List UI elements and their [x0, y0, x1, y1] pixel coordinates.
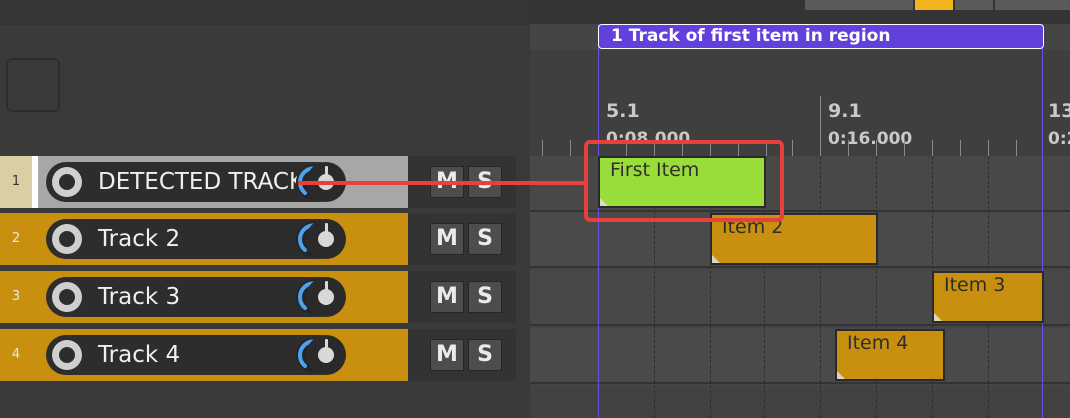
ruler-minor-tick	[876, 140, 877, 156]
ruler-bar-label: 5.1	[606, 100, 640, 122]
ruler-major-tick	[820, 96, 821, 156]
toolbar-strip-left	[0, 0, 530, 25]
mute-button[interactable]: M	[430, 281, 464, 313]
solo-button[interactable]: S	[468, 223, 502, 255]
toolbar-block[interactable]	[955, 0, 993, 10]
mute-solo-cell: M S	[408, 329, 516, 381]
item-fade-handle[interactable]	[837, 371, 845, 379]
track-number: 2	[0, 213, 32, 265]
toolbar-block[interactable]	[805, 0, 913, 10]
empty-lane[interactable]	[530, 386, 1070, 418]
track-lane[interactable]	[530, 328, 1070, 384]
item-fade-handle[interactable]	[712, 255, 720, 263]
power-icon[interactable]	[52, 282, 82, 312]
track-name-field[interactable]: Track 3	[46, 277, 340, 317]
toolbar-strip-right	[530, 0, 1070, 24]
mute-button[interactable]: M	[430, 339, 464, 371]
toolbar-block[interactable]	[995, 0, 1070, 10]
ruler-minor-tick	[988, 140, 989, 156]
track-name-field[interactable]: Track 4	[46, 335, 340, 375]
ruler-time-label: 0:2	[1048, 129, 1070, 149]
ruler-minor-tick	[570, 140, 571, 156]
ruler-minor-tick	[904, 140, 905, 156]
solo-button[interactable]: S	[468, 339, 502, 371]
item-label: Item 4	[847, 332, 909, 354]
track-number: 3	[0, 271, 32, 323]
mute-solo-cell: M S	[408, 271, 516, 323]
track-number: 1	[0, 156, 32, 208]
track-number: 4	[0, 329, 32, 381]
track-header[interactable]: 3 Track 3	[0, 271, 408, 323]
track-header[interactable]: 4 Track 4	[0, 329, 408, 381]
ruler-bar-label: 9.1	[828, 100, 862, 122]
pan-knob[interactable]	[306, 277, 346, 317]
region-end-line[interactable]	[1042, 24, 1043, 418]
ruler-minor-tick	[792, 140, 793, 156]
track-name: Track 3	[98, 284, 181, 310]
media-item[interactable]: Item 3	[932, 271, 1044, 323]
annotation-connector	[298, 181, 588, 185]
ruler-minor-tick	[960, 140, 961, 156]
solo-button[interactable]: S	[468, 281, 502, 313]
ruler-time-label: 0:16.000	[828, 129, 913, 149]
ruler-minor-tick	[848, 140, 849, 156]
pan-knob[interactable]	[306, 219, 346, 259]
power-icon[interactable]	[52, 167, 82, 197]
mute-button[interactable]: M	[430, 223, 464, 255]
item-label: Item 3	[944, 274, 1006, 296]
track-name: Track 4	[98, 342, 181, 368]
ruler-minor-tick	[1016, 140, 1017, 156]
track-name-field[interactable]: DETECTED TRACK	[46, 162, 340, 202]
power-icon[interactable]	[52, 224, 82, 254]
track-list-empty-area[interactable]	[0, 387, 516, 418]
power-icon[interactable]	[52, 340, 82, 370]
ruler-minor-tick	[542, 140, 543, 156]
region-label[interactable]: 1 Track of first item in region	[598, 24, 1044, 49]
annotation-highlight-box	[584, 140, 784, 222]
track-name: Track 2	[98, 226, 181, 252]
track-name-field[interactable]: Track 2	[46, 219, 340, 259]
track-header[interactable]: 2 Track 2	[0, 213, 408, 265]
track-name: DETECTED TRACK	[98, 169, 305, 195]
ruler-bar-label: 13	[1048, 100, 1070, 122]
pan-knob[interactable]	[306, 335, 346, 375]
track-selection-marker	[32, 156, 38, 208]
square-button[interactable]	[6, 58, 60, 112]
item-fade-handle[interactable]	[934, 313, 942, 321]
toolbar-accent-block[interactable]	[915, 0, 953, 10]
grid-line	[820, 156, 821, 418]
ruler-minor-tick	[932, 140, 933, 156]
mute-solo-cell: M S	[408, 213, 516, 265]
media-item[interactable]: Item 4	[835, 329, 945, 381]
